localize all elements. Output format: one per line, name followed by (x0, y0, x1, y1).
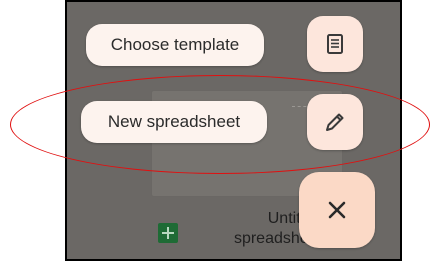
choose-template-button[interactable] (307, 16, 363, 72)
choose-template-label[interactable]: Choose template (86, 24, 264, 66)
document-template-icon (327, 34, 343, 54)
pencil-icon (326, 113, 344, 131)
close-button[interactable] (299, 172, 375, 248)
sheets-icon (158, 223, 178, 243)
close-icon (328, 201, 346, 219)
new-spreadsheet-label[interactable]: New spreadsheet (81, 101, 267, 143)
screen: Untitled spreadsheet Choose template New… (65, 0, 402, 261)
new-spreadsheet-button[interactable] (307, 94, 363, 150)
